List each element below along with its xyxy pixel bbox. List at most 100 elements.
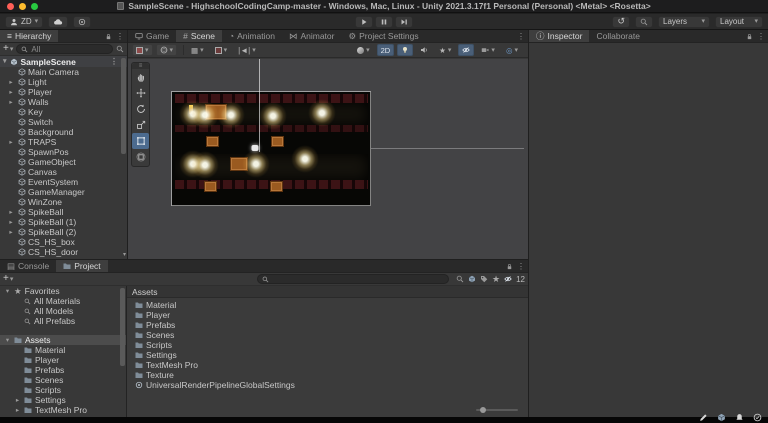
undo-history-button[interactable]: ↺: [612, 16, 630, 28]
folder-tree-item[interactable]: Scenes: [0, 375, 126, 385]
hierarchy-item[interactable]: CS_HS_door: [0, 247, 127, 257]
expand-arrow-icon[interactable]: ▸: [7, 218, 15, 226]
hierarchy-item[interactable]: ▸SpikeBall: [0, 207, 127, 217]
shading-mode-dropdown[interactable]: ▾: [156, 44, 178, 56]
tab-hierarchy[interactable]: ≡ Hierarchy: [0, 30, 58, 42]
package-icon[interactable]: [468, 275, 476, 283]
play-button[interactable]: [355, 16, 373, 28]
hierarchy-search-field[interactable]: All: [16, 44, 113, 54]
saved-search-star-icon[interactable]: ★: [492, 274, 500, 285]
tab-game[interactable]: Game: [128, 30, 176, 42]
rect-tool-selection[interactable]: [171, 91, 371, 206]
folder-tree-item[interactable]: Prefabs: [0, 365, 126, 375]
scene-lighting-toggle[interactable]: [397, 44, 413, 56]
lock-icon[interactable]: [105, 33, 112, 40]
asset-item[interactable]: Material: [127, 300, 528, 310]
expand-arrow-icon[interactable]: ▸: [7, 208, 15, 216]
hierarchy-scene-row[interactable]: ▾ SampleScene ⋮: [0, 56, 127, 67]
folder-tree-item[interactable]: ▸TextMesh Pro: [0, 405, 126, 415]
search-window-icon[interactable]: [116, 45, 124, 53]
expand-arrow-icon[interactable]: ▸: [7, 88, 15, 96]
package-status-icon[interactable]: [717, 413, 726, 422]
scene-visibility-toggle[interactable]: [458, 44, 474, 56]
search-everything-button[interactable]: [635, 16, 653, 28]
tab-scene[interactable]: # Scene: [176, 30, 222, 42]
hierarchy-item[interactable]: SpawnPos: [0, 147, 127, 157]
scene-audio-toggle[interactable]: [416, 44, 432, 56]
bell-status-icon[interactable]: [735, 413, 744, 422]
create-object-button[interactable]: + ▾: [3, 44, 13, 54]
hierarchy-item[interactable]: ▸Player: [0, 87, 127, 97]
tab-collaborate[interactable]: Collaborate: [589, 30, 646, 42]
transform-tool-button[interactable]: [132, 149, 149, 165]
rotate-tool-button[interactable]: [132, 101, 149, 117]
hierarchy-item[interactable]: Main Camera: [0, 67, 127, 77]
render-doodad-dropdown[interactable]: ▾: [353, 44, 374, 56]
expand-arrow-icon[interactable]: ▸: [14, 406, 21, 414]
asset-item[interactable]: TextMesh Pro: [127, 360, 528, 370]
collapse-arrow-icon[interactable]: ▾: [4, 287, 11, 295]
account-dropdown[interactable]: ZD ▾: [5, 16, 43, 28]
grid-snapping-dropdown[interactable]: |◄|▾: [234, 44, 260, 56]
version-control-button[interactable]: [73, 16, 91, 28]
hierarchy-item[interactable]: Canvas: [0, 167, 127, 177]
tab-project[interactable]: Project: [56, 260, 107, 272]
hierarchy-item[interactable]: GameManager: [0, 187, 127, 197]
asset-item[interactable]: Texture: [127, 370, 528, 380]
scale-tool-button[interactable]: [132, 117, 149, 133]
kebab-menu-icon[interactable]: ⋮: [757, 32, 765, 41]
label-tag-icon[interactable]: [480, 275, 488, 283]
cloud-services-button[interactable]: [48, 16, 68, 28]
hierarchy-item[interactable]: CS_HS_box: [0, 237, 127, 247]
asset-item[interactable]: Scenes: [127, 330, 528, 340]
hierarchy-item[interactable]: WinZone: [0, 197, 127, 207]
draw-mode-dropdown[interactable]: ▾: [132, 44, 153, 56]
favorites-item[interactable]: All Prefabs: [0, 316, 126, 326]
hand-tool-button[interactable]: [132, 69, 149, 85]
close-window-button[interactable]: [7, 3, 14, 10]
hierarchy-item[interactable]: ▸Walls: [0, 97, 127, 107]
hierarchy-item[interactable]: Switch: [0, 117, 127, 127]
collapse-arrow-icon[interactable]: ▾: [4, 336, 11, 344]
asset-item[interactable]: UniversalRenderPipelineGlobalSettings: [127, 380, 528, 390]
scroll-down-icon[interactable]: ▾: [123, 251, 126, 258]
assets-root[interactable]: ▾Assets: [0, 335, 126, 345]
asset-item[interactable]: Scripts: [127, 340, 528, 350]
lock-icon[interactable]: [746, 33, 753, 40]
layout-dropdown[interactable]: Layout ▾: [715, 16, 763, 28]
scene-viewport[interactable]: ≡: [128, 59, 528, 259]
hierarchy-item[interactable]: Background: [0, 127, 127, 137]
folder-tree-item[interactable]: Scripts: [0, 385, 126, 395]
move-tool-button[interactable]: [132, 85, 149, 101]
expand-arrow-icon[interactable]: ▸: [7, 98, 15, 106]
project-tree-scrollbar[interactable]: [120, 286, 125, 417]
folder-tree-item[interactable]: ▸Settings: [0, 395, 126, 405]
hierarchy-item[interactable]: EventSystem: [0, 177, 127, 187]
lock-icon[interactable]: [506, 263, 513, 270]
slider-knob[interactable]: [480, 407, 486, 413]
rect-tool-button[interactable]: [132, 133, 149, 149]
expand-arrow-icon[interactable]: ▸: [7, 78, 15, 86]
breadcrumb[interactable]: Assets: [127, 286, 528, 298]
hierarchy-item[interactable]: Key: [0, 107, 127, 117]
favorites-root[interactable]: ▾★Favorites: [0, 286, 126, 296]
tab-project-settings[interactable]: ⚙ Project Settings: [341, 30, 425, 42]
asset-item[interactable]: Player: [127, 310, 528, 320]
expand-arrow-icon[interactable]: ▸: [7, 138, 15, 146]
search-by-type-icon[interactable]: [456, 275, 464, 283]
effects-dropdown[interactable]: ★▾: [435, 44, 455, 56]
hierarchy-scrollbar[interactable]: [121, 56, 126, 259]
hierarchy-item[interactable]: ▸SpikeBall (2): [0, 227, 127, 237]
tab-animation[interactable]: ◔ Animation: [222, 30, 282, 42]
hierarchy-item[interactable]: GameObject: [0, 157, 127, 167]
2d-mode-toggle[interactable]: 2D: [377, 44, 395, 56]
favorites-item[interactable]: All Models: [0, 306, 126, 316]
layers-dropdown[interactable]: Layers ▾: [658, 16, 710, 28]
project-search-field[interactable]: [257, 274, 449, 284]
kebab-menu-icon[interactable]: ⋮: [517, 32, 525, 41]
step-button[interactable]: [395, 16, 413, 28]
asset-item[interactable]: Prefabs: [127, 320, 528, 330]
kebab-menu-icon[interactable]: ⋮: [517, 262, 525, 271]
kebab-menu-icon[interactable]: ⋮: [116, 32, 124, 41]
minimize-window-button[interactable]: [19, 3, 26, 10]
